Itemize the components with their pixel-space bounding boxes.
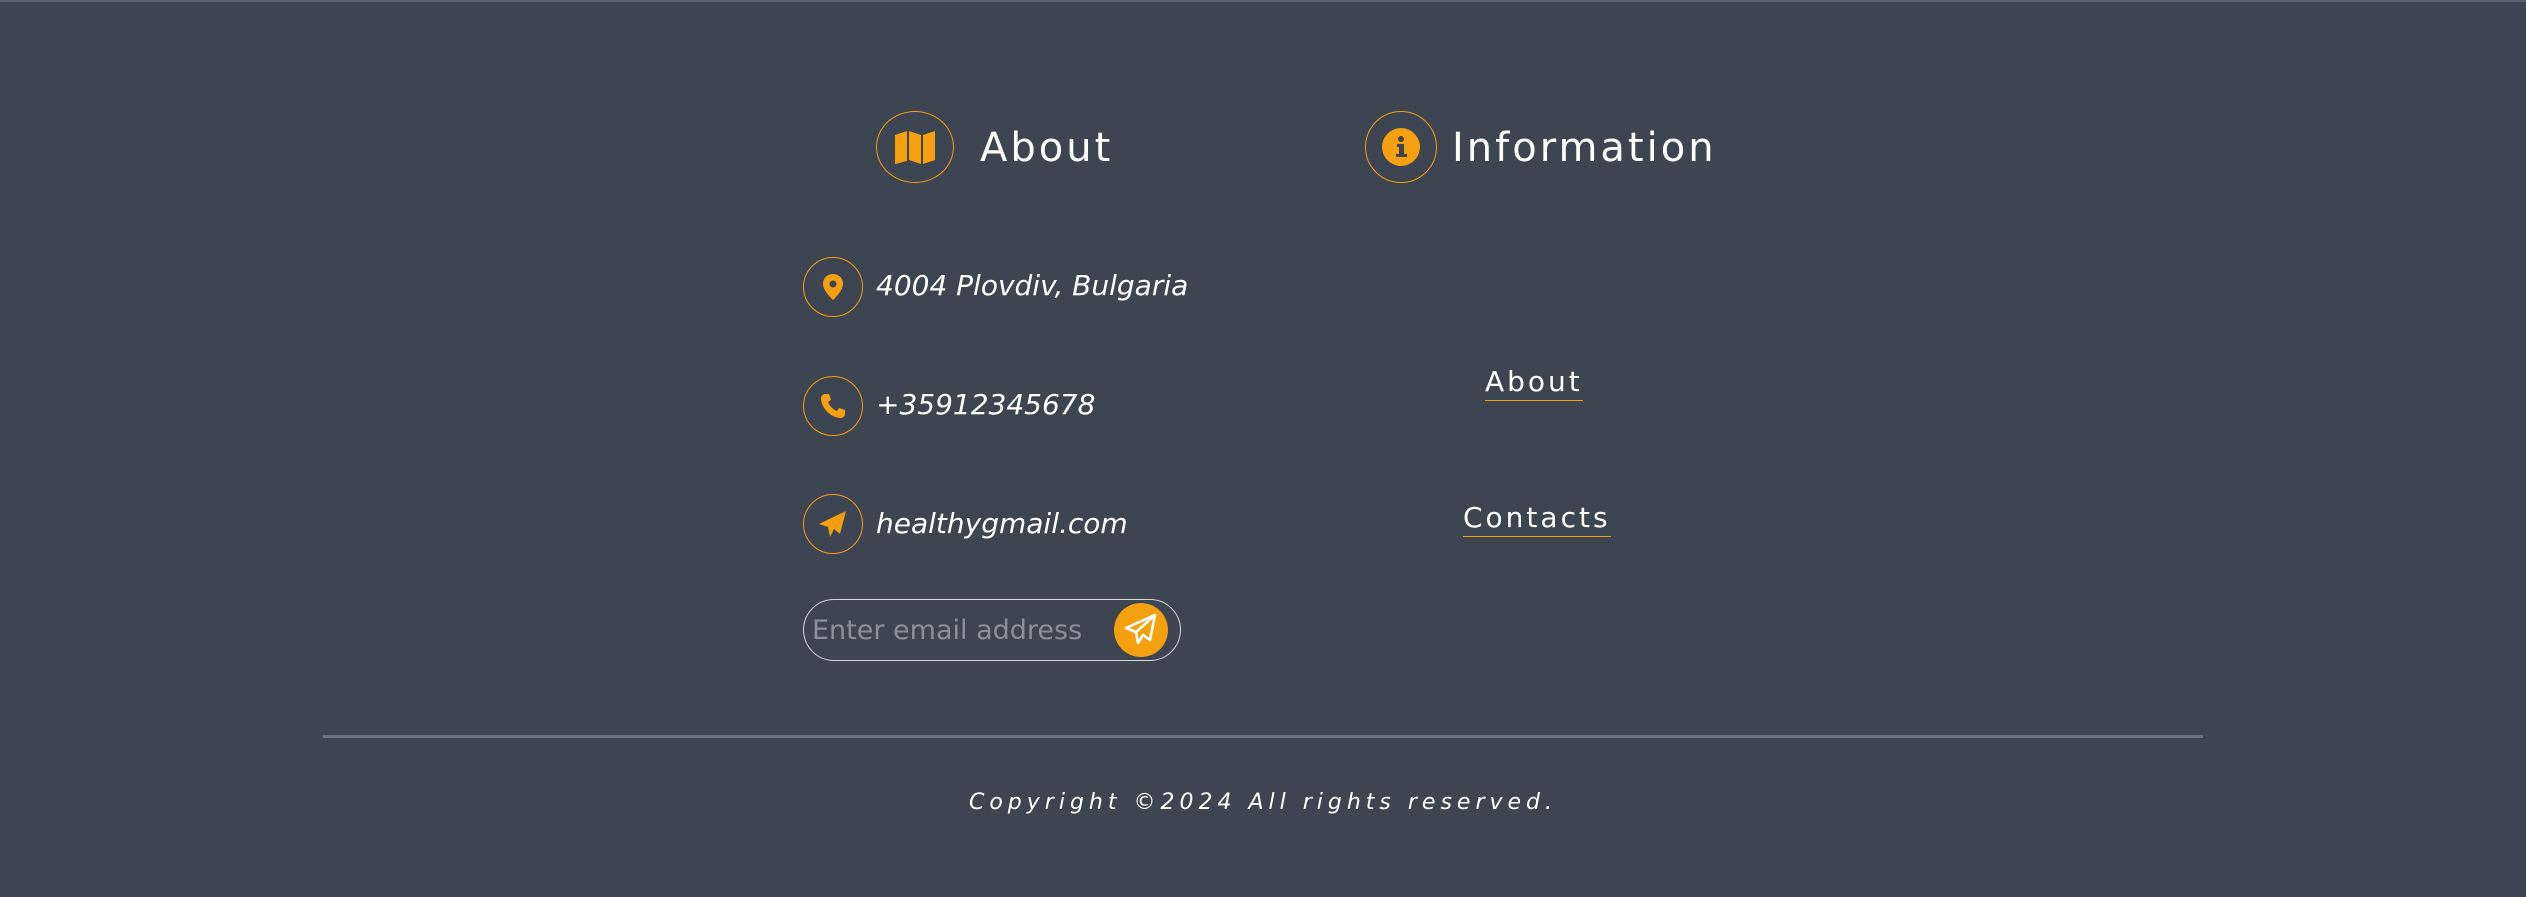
paper-plane-icon bbox=[818, 510, 848, 538]
address-icon-circle bbox=[803, 257, 863, 317]
information-heading: Information bbox=[1452, 125, 1717, 171]
location-pin-icon bbox=[822, 273, 844, 301]
address-text: 4004 Plovdiv, Bulgaria bbox=[876, 269, 1189, 302]
contacts-link[interactable]: Contacts bbox=[1463, 504, 1611, 537]
paper-plane-icon bbox=[1124, 613, 1158, 648]
about-icon-circle bbox=[876, 111, 954, 183]
information-icon-circle bbox=[1365, 111, 1437, 183]
subscribe-form bbox=[803, 599, 1181, 661]
phone-text: +35912345678 bbox=[876, 388, 1096, 421]
copyright-text: Copyright ©2024 All rights reserved. bbox=[968, 790, 1558, 815]
email-text: healthygmail.com bbox=[876, 507, 1128, 540]
phone-icon bbox=[819, 392, 847, 420]
phone-icon-circle bbox=[803, 376, 863, 436]
map-icon bbox=[893, 129, 937, 165]
send-button[interactable] bbox=[1114, 603, 1168, 657]
email-input[interactable] bbox=[812, 608, 1102, 652]
email-icon-circle bbox=[803, 494, 863, 554]
info-icon bbox=[1381, 127, 1421, 167]
about-heading: About bbox=[980, 125, 1114, 171]
about-link[interactable]: About bbox=[1485, 368, 1583, 401]
top-border bbox=[0, 0, 2526, 2]
footer-divider bbox=[323, 735, 2203, 738]
